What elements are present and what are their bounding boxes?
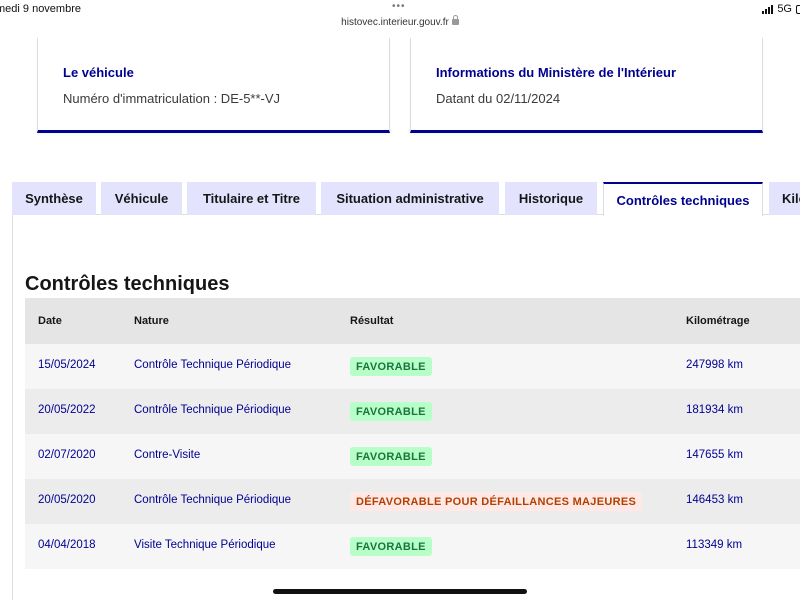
tab-kilometrage[interactable]: Kilo	[769, 182, 800, 215]
table-row: 20/05/2022 Contrôle Technique Périodique…	[25, 389, 800, 434]
status-bar: medi 9 novembre ••• histovec.interieur.g…	[0, 0, 800, 34]
status-badge: FAVORABLE	[350, 447, 432, 466]
row-km: 113349 km	[686, 539, 743, 551]
header-km: Kilométrage	[686, 315, 750, 327]
address-bar[interactable]: histovec.interieur.gouv.fr	[0, 15, 800, 28]
row-km: 247998 km	[686, 359, 743, 371]
lock-icon	[451, 15, 459, 25]
header-date: Date	[38, 315, 62, 327]
controls-table: Date Nature Résultat Kilométrage 15/05/2…	[25, 298, 800, 569]
row-nature: Contrôle Technique Périodique	[134, 404, 292, 416]
section-title: Contrôles techniques	[25, 273, 230, 295]
tab-titulaire[interactable]: Titulaire et Titre	[187, 182, 316, 215]
ministry-info-card: Informations du Ministère de l'Intérieur…	[410, 38, 763, 133]
table-row: 15/05/2024 Contrôle Technique Périodique…	[25, 344, 800, 389]
status-indicators: 5G	[762, 3, 800, 15]
status-badge: DÉFAVORABLE POUR DÉFAILLANCES MAJEURES	[350, 492, 643, 511]
tab-synthese[interactable]: Synthèse	[12, 182, 96, 215]
row-km: 181934 km	[686, 404, 743, 416]
row-km: 146453 km	[686, 494, 743, 506]
more-dots-icon[interactable]: •••	[392, 1, 406, 12]
status-badge: FAVORABLE	[350, 537, 432, 556]
row-nature: Visite Technique Périodique	[134, 539, 276, 551]
vehicle-card-title: Le véhicule	[63, 65, 134, 80]
header-nature: Nature	[134, 315, 169, 327]
tab-list: Synthèse Véhicule Titulaire et Titre Sit…	[0, 182, 800, 216]
vehicle-card: Le véhicule Numéro d'immatriculation : D…	[37, 38, 390, 133]
url-text: histovec.interieur.gouv.fr	[341, 17, 449, 28]
table-row: 20/05/2020 Contrôle Technique Périodique…	[25, 479, 800, 524]
data-date: Datant du 02/11/2024	[436, 91, 561, 106]
row-date: 04/04/2018	[38, 539, 96, 551]
registration-number: Numéro d'immatriculation : DE-5**-VJ	[63, 91, 281, 106]
row-date: 20/05/2020	[38, 494, 96, 506]
row-date: 20/05/2022	[38, 404, 96, 416]
tab-controles-techniques[interactable]: Contrôles techniques	[603, 182, 763, 216]
page: medi 9 novembre ••• histovec.interieur.g…	[0, 0, 800, 600]
row-nature: Contre-Visite	[134, 449, 201, 461]
table-row: 04/04/2018 Visite Technique Périodique F…	[25, 524, 800, 569]
row-date: 02/07/2020	[38, 449, 96, 461]
signal-icon	[762, 4, 774, 14]
status-badge: FAVORABLE	[350, 357, 432, 376]
row-nature: Contrôle Technique Périodique	[134, 359, 292, 371]
network-label: 5G	[777, 3, 792, 15]
status-badge: FAVORABLE	[350, 402, 432, 421]
status-time: medi 9 novembre	[0, 3, 81, 15]
tab-situation-administrative[interactable]: Situation administrative	[321, 182, 499, 215]
home-indicator[interactable]	[273, 589, 527, 594]
battery-icon	[796, 4, 800, 14]
tab-historique[interactable]: Historique	[505, 182, 597, 215]
row-nature: Contrôle Technique Périodique	[134, 494, 292, 506]
row-date: 15/05/2024	[38, 359, 96, 371]
header-result: Résultat	[350, 315, 394, 327]
table-header: Date Nature Résultat Kilométrage	[25, 298, 800, 344]
table-row: 02/07/2020 Contre-Visite FAVORABLE 14765…	[25, 434, 800, 479]
ministry-card-title: Informations du Ministère de l'Intérieur	[436, 65, 677, 80]
row-km: 147655 km	[686, 449, 743, 461]
tab-vehicule[interactable]: Véhicule	[101, 182, 182, 215]
